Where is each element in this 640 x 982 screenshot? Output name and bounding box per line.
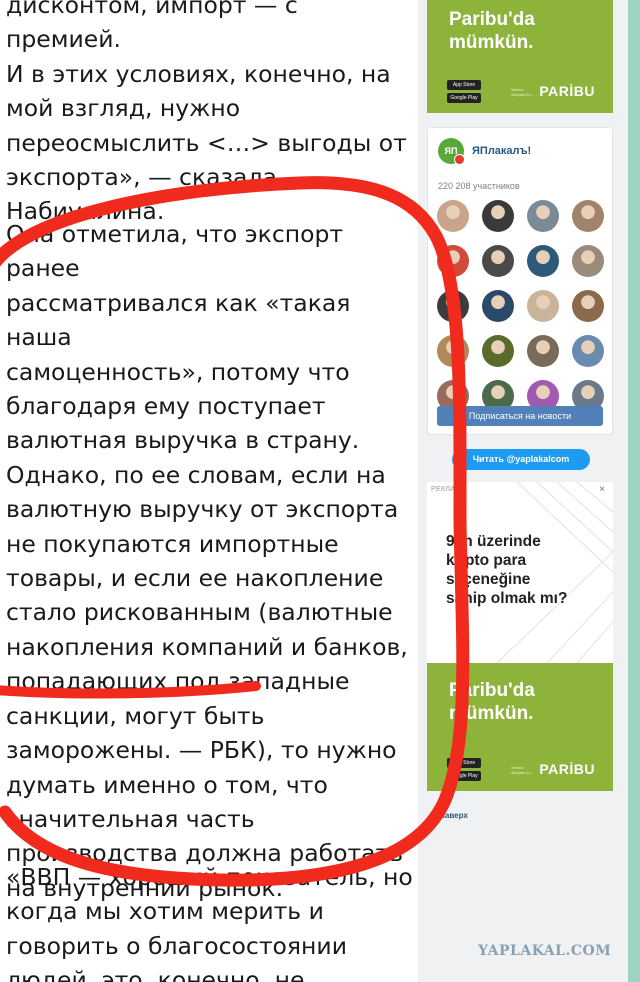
close-icon[interactable]: × bbox=[599, 484, 605, 495]
member-avatar[interactable] bbox=[572, 335, 604, 367]
app-store-badge[interactable]: App Store bbox=[447, 80, 481, 90]
ad-brand-logo: PARİBU bbox=[539, 761, 595, 777]
member-avatar[interactable] bbox=[482, 200, 514, 232]
member-avatar[interactable] bbox=[437, 245, 469, 277]
member-avatars bbox=[437, 200, 607, 412]
article-paragraph: дисконтом, импорт — с премией. И в этих … bbox=[6, 0, 407, 226]
ad-banner-middle[interactable]: РЕКЛАМА × 9 ın üzerinde kripto para seçe… bbox=[427, 482, 613, 663]
article-column: дисконтом, импорт — с премией. И в этих … bbox=[0, 0, 418, 982]
subscribe-button[interactable]: Подписаться на новости bbox=[437, 406, 603, 426]
member-avatar[interactable] bbox=[482, 290, 514, 322]
group-name[interactable]: ЯПлакалъ! bbox=[472, 145, 531, 157]
member-avatar[interactable] bbox=[482, 245, 514, 277]
google-play-badge[interactable]: Google Play bbox=[447, 771, 481, 781]
member-avatar[interactable] bbox=[437, 200, 469, 232]
member-count: 220 208 участников bbox=[438, 181, 520, 191]
google-play-badge[interactable]: Google Play bbox=[447, 93, 481, 103]
page-edge bbox=[628, 0, 640, 982]
twitter-follow-button[interactable]: Читать @yaplakalcom bbox=[452, 449, 590, 470]
member-avatar[interactable] bbox=[527, 200, 559, 232]
app-store-badge[interactable]: App Store bbox=[447, 758, 481, 768]
ad-small-text: Yatırım dünyası bu... bbox=[511, 87, 534, 97]
article-paragraph: Она отметила, что экспорт ранее рассматр… bbox=[6, 220, 408, 902]
member-avatar[interactable] bbox=[572, 290, 604, 322]
member-avatar[interactable] bbox=[527, 245, 559, 277]
member-avatar[interactable] bbox=[527, 335, 559, 367]
ad-banner-bottom[interactable]: Paribu'da mümkün. App Store Google Play … bbox=[427, 663, 613, 791]
member-avatar[interactable] bbox=[572, 245, 604, 277]
member-avatar[interactable] bbox=[572, 200, 604, 232]
member-avatar[interactable] bbox=[437, 290, 469, 322]
member-avatar[interactable] bbox=[482, 335, 514, 367]
group-logo[interactable]: ЯП bbox=[438, 138, 465, 165]
ad-brand-logo: PARİBU bbox=[539, 83, 595, 99]
member-avatar[interactable] bbox=[527, 290, 559, 322]
member-avatar[interactable] bbox=[437, 335, 469, 367]
ad-headline: Paribu'da mümkün. bbox=[449, 9, 535, 53]
ad-label: РЕКЛАМА bbox=[431, 486, 467, 493]
article-paragraph: «ВВП — хороший показатель, но когда мы х… bbox=[6, 863, 413, 982]
vk-group-widget: ЯП ЯПлакалъ! 220 208 участников Подписат… bbox=[427, 127, 613, 435]
watermark: YAPLAKAL.COM bbox=[478, 943, 612, 959]
back-to-top-link[interactable]: ▲ Наверх bbox=[429, 811, 468, 820]
ad-banner-top[interactable]: Paribu'da mümkün. App Store Google Play … bbox=[427, 0, 613, 113]
store-badges: App Store Google Play bbox=[447, 77, 481, 103]
ad-small-text: Yatırım dünyası bu... bbox=[511, 765, 534, 775]
ad-text: 9 ın üzerinde kripto para seçeneğine sah… bbox=[446, 533, 568, 607]
store-badges: App Store Google Play bbox=[447, 755, 481, 781]
ad-headline: Paribu'da mümkün. bbox=[449, 680, 535, 724]
